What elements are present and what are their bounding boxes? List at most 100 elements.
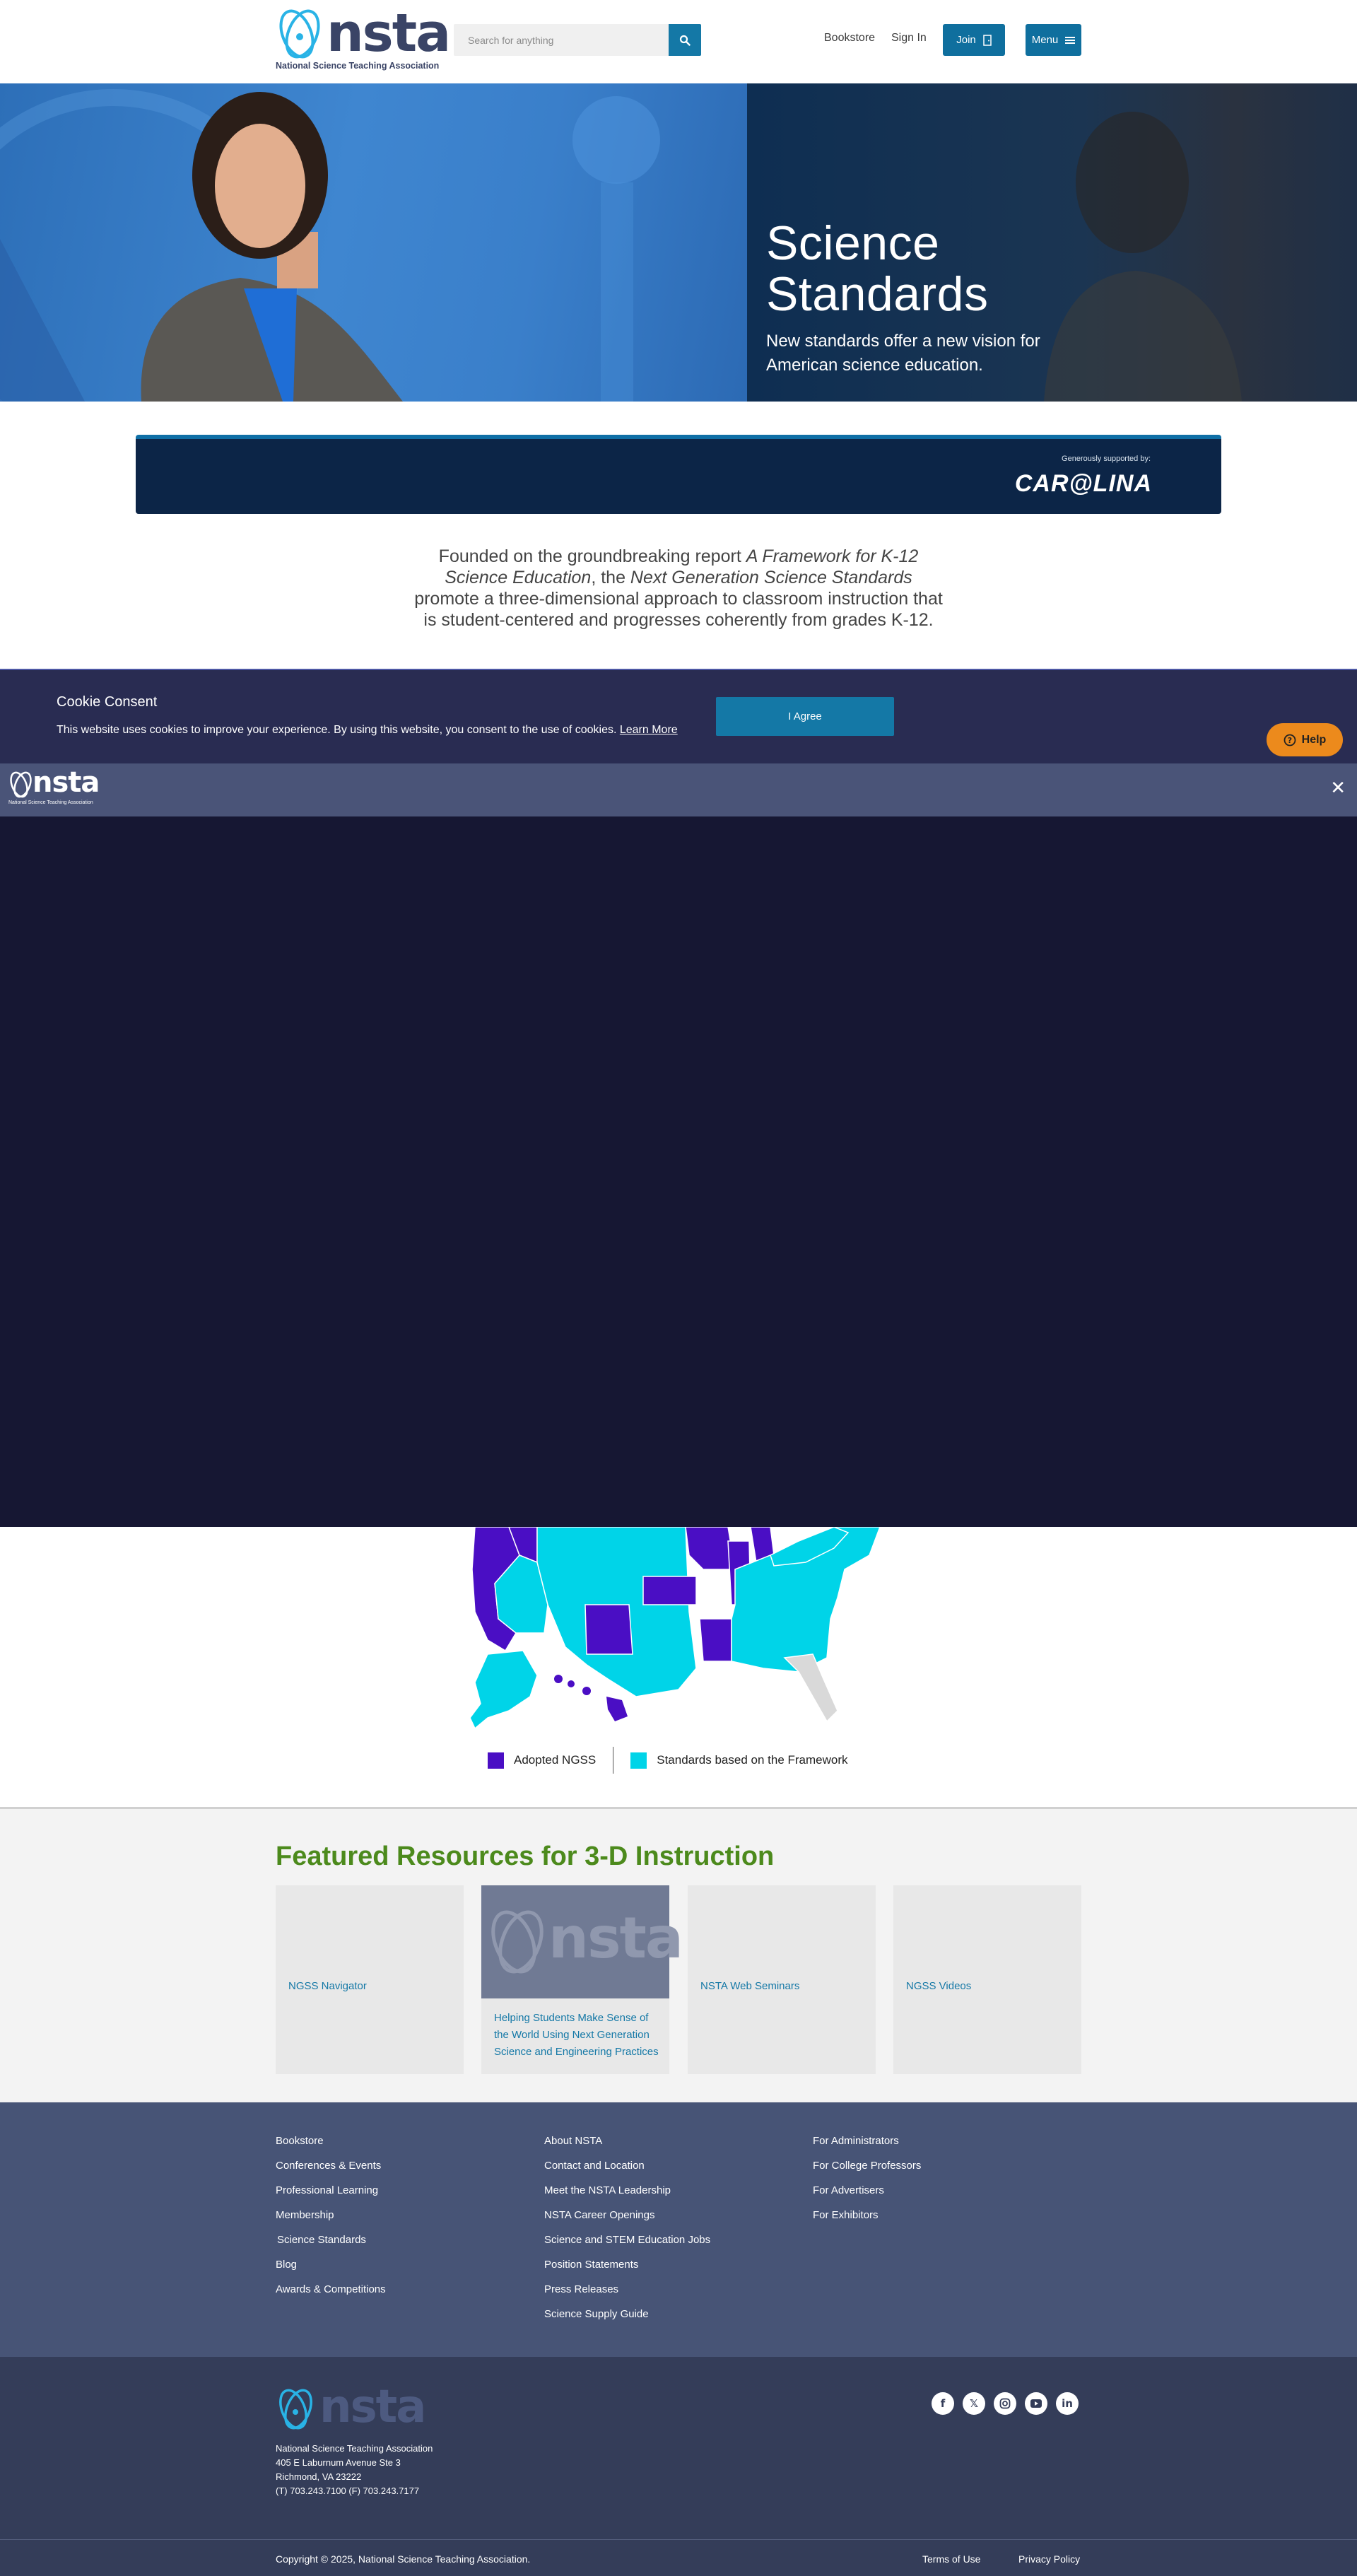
sponsor-label: Generously supported by: xyxy=(1062,455,1151,463)
search-button[interactable] xyxy=(669,24,701,56)
footer-link[interactable]: For Administrators xyxy=(813,2135,899,2147)
footer-link[interactable]: About NSTA xyxy=(544,2135,602,2147)
nsta-logo[interactable]: nsta National Science Teaching Associati… xyxy=(276,3,451,72)
address-line: 405 E Laburnum Avenue Ste 3 xyxy=(276,2457,401,2468)
hero-title-line2: Standards xyxy=(766,267,989,321)
modal-logo-tagline: National Science Teaching Association xyxy=(8,800,93,805)
menu-label: Menu xyxy=(1031,34,1059,46)
agree-button[interactable]: I Agree xyxy=(716,697,894,736)
footer-link[interactable]: Professional Learning xyxy=(276,2184,378,2196)
address-line: (T) 703.243.7100 (F) 703.243.7177 xyxy=(276,2486,420,2496)
footer-link[interactable]: NSTA Career Openings xyxy=(544,2209,654,2221)
intro-part1: Founded on the groundbreaking report xyxy=(438,546,746,566)
intro-part3: promote a three-dimensional approach to … xyxy=(414,589,943,630)
framework-swatch xyxy=(630,1752,647,1769)
card-thumbnail: nsta xyxy=(481,1885,683,1998)
footer-address: National Science Teaching Association 40… xyxy=(276,2442,433,2498)
question-icon: ? xyxy=(1283,734,1296,746)
footer-link[interactable]: For College Professors xyxy=(813,2160,921,2172)
atom-icon xyxy=(279,9,320,59)
modal-nsta-logo: nsta National Science Teaching Associati… xyxy=(8,766,100,812)
thumbnail-wordmark: nsta xyxy=(548,1905,683,1971)
hero-subtitle: New standards offer a new vision for Ame… xyxy=(766,332,1040,375)
menu-button[interactable]: Menu xyxy=(1026,24,1081,56)
help-label: Help xyxy=(1301,733,1327,746)
youtube-glyph xyxy=(1030,2399,1042,2408)
footer-link[interactable]: Press Releases xyxy=(544,2283,618,2295)
hero-title-line1: Science xyxy=(766,216,940,270)
facebook-icon[interactable]: f xyxy=(932,2392,954,2415)
card-label[interactable]: NGSS Videos xyxy=(906,1978,971,1995)
footer-link[interactable]: Position Statements xyxy=(544,2259,638,2271)
footer-divider xyxy=(0,2539,1357,2540)
help-button[interactable]: ? Help xyxy=(1267,723,1343,756)
footer-logo-wordmark: nsta xyxy=(319,2381,426,2433)
nav-bookstore-link[interactable]: Bookstore xyxy=(824,32,875,45)
cookie-message: This website uses cookies to improve you… xyxy=(57,724,678,737)
footer-link[interactable]: Meet the NSTA Leadership xyxy=(544,2184,671,2196)
modal-close-button[interactable]: ✕ xyxy=(1330,778,1346,799)
footer-link[interactable]: For Advertisers xyxy=(813,2184,884,2196)
cookie-consent-banner: Cookie Consent This website uses cookies… xyxy=(0,669,1357,763)
join-button[interactable]: Join xyxy=(943,24,1005,56)
legend-framework-label: Standards based on the Framework xyxy=(657,1753,848,1767)
footer-link[interactable]: For Exhibitors xyxy=(813,2209,879,2221)
footer-link[interactable]: Awards & Competitions xyxy=(276,2283,386,2295)
address-line: Richmond, VA 23222 xyxy=(276,2471,362,2482)
adopted-swatch xyxy=(488,1752,504,1769)
resource-card-ngss-videos[interactable]: NGSS Videos xyxy=(893,1885,1081,2074)
search-icon xyxy=(679,35,691,46)
footer-link[interactable]: Bookstore xyxy=(276,2135,324,2147)
footer-link[interactable]: Science and STEM Education Jobs xyxy=(544,2234,710,2246)
modal-atom-icon xyxy=(10,771,32,798)
modal-header: nsta National Science Teaching Associati… xyxy=(0,763,1357,816)
x-icon[interactable]: 𝕏 xyxy=(963,2392,985,2415)
sponsor-banner: Generously supported by: CAR@LINA xyxy=(136,435,1221,514)
card-label-line: Helping Students Make Sense of xyxy=(494,2012,649,2024)
hero-title: Science Standards xyxy=(766,218,988,320)
footer-link[interactable]: Conferences & Events xyxy=(276,2160,381,2172)
instagram-icon[interactable] xyxy=(994,2392,1016,2415)
resource-card-helping-students[interactable]: nsta Helping Students Make Sense of the … xyxy=(481,1885,683,2074)
footer-link[interactable]: Contact and Location xyxy=(544,2160,645,2172)
card-label[interactable]: NGSS Navigator xyxy=(288,1978,367,1995)
logo-wordmark: nsta xyxy=(327,3,451,64)
card-label[interactable]: Helping Students Make Sense of the World… xyxy=(494,2010,659,2061)
footer-link[interactable]: Blog xyxy=(276,2259,297,2271)
intro-ngss-title: Next Generation Science Standards xyxy=(630,568,912,587)
legend-adopted-label: Adopted NGSS xyxy=(514,1753,597,1767)
footer-bottom: nsta National Science Teaching Associati… xyxy=(0,2357,1357,2576)
ngss-adoption-map-section: Adopted NGSS Standards based on the Fram… xyxy=(0,1527,1357,1807)
resource-card-ngss-navigator[interactable]: NGSS Navigator xyxy=(276,1885,464,2074)
address-line: National Science Teaching Association xyxy=(276,2443,433,2454)
footer-nsta-logo[interactable]: nsta xyxy=(276,2381,426,2435)
site-header: nsta National Science Teaching Associati… xyxy=(0,0,1357,83)
instagram-glyph xyxy=(999,2398,1011,2409)
page: nsta National Science Teaching Associati… xyxy=(0,0,1357,2576)
footer-links: Bookstore Conferences & Events Professio… xyxy=(0,2102,1357,2357)
intro-paragraph: Founded on the groundbreaking report A F… xyxy=(410,546,947,631)
learn-more-link[interactable]: Learn More xyxy=(620,724,678,736)
hero-decor xyxy=(0,89,660,402)
card-label[interactable]: NSTA Web Seminars xyxy=(700,1978,799,1995)
card-label-line: the World Using Next Generation xyxy=(494,2029,650,2041)
terms-link[interactable]: Terms of Use xyxy=(922,2553,980,2565)
modal-video-area xyxy=(0,816,1357,1527)
nav-sign-in-link[interactable]: Sign In xyxy=(891,32,927,45)
footer-link[interactable]: Membership xyxy=(276,2209,334,2221)
resource-card-web-seminars[interactable]: NSTA Web Seminars xyxy=(688,1885,876,2074)
copyright: Copyright © 2025, National Science Teach… xyxy=(276,2553,531,2565)
carolina-logo[interactable]: CAR@LINA xyxy=(1015,470,1152,498)
footer-link[interactable]: Science Standards xyxy=(277,2234,366,2246)
linkedin-icon[interactable]: in xyxy=(1056,2392,1079,2415)
search-input[interactable] xyxy=(454,24,669,56)
footer-link[interactable]: Science Supply Guide xyxy=(544,2308,649,2320)
svg-text:?: ? xyxy=(1287,736,1291,745)
youtube-icon[interactable] xyxy=(1025,2392,1047,2415)
privacy-link[interactable]: Privacy Policy xyxy=(1018,2553,1080,2565)
thumbnail-atom-icon xyxy=(491,1910,544,1974)
hero-banner: Science Standards New standards offer a … xyxy=(0,83,1357,402)
modal-logo-wordmark: nsta xyxy=(33,766,100,799)
search-bar xyxy=(454,24,701,56)
footer-atom-icon xyxy=(279,2389,312,2430)
